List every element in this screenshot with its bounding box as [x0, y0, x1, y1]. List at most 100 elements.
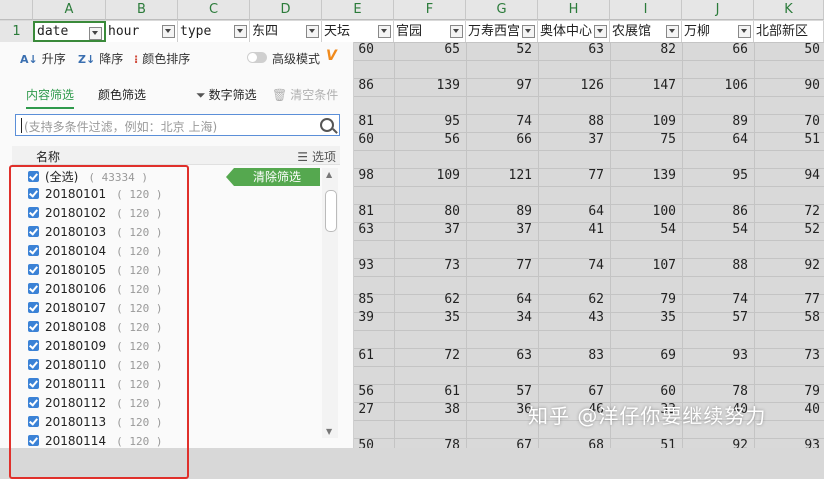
table-cell[interactable]: 35: [632, 310, 676, 325]
table-cell[interactable]: 90: [776, 78, 820, 93]
table-cell[interactable]: 82: [632, 42, 676, 57]
list-item[interactable]: 20180111 ( 120 ): [28, 377, 328, 396]
table-cell[interactable]: 98: [354, 168, 374, 183]
checkbox-checked[interactable]: [28, 226, 39, 237]
list-item[interactable]: 20180112 ( 120 ): [28, 396, 328, 415]
table-cell[interactable]: 61: [354, 348, 374, 363]
header-cell-dongsi[interactable]: 东四: [250, 21, 322, 42]
table-cell[interactable]: 77: [776, 292, 820, 307]
header-cell-wanliu[interactable]: 万柳: [682, 21, 754, 42]
table-cell[interactable]: 52: [776, 222, 820, 237]
checkbox-checked[interactable]: [28, 283, 39, 294]
filter-dropdown-icon[interactable]: [738, 25, 751, 38]
table-cell[interactable]: 86: [704, 204, 748, 219]
table-cell[interactable]: 97: [488, 78, 532, 93]
table-cell[interactable]: 83: [560, 348, 604, 363]
table-cell[interactable]: 66: [704, 42, 748, 57]
table-cell[interactable]: 37: [560, 132, 604, 147]
table-cell[interactable]: 94: [776, 168, 820, 183]
header-cell-date[interactable]: date: [33, 21, 106, 42]
table-cell[interactable]: 92: [704, 438, 748, 448]
checkbox-checked[interactable]: [28, 416, 39, 427]
checkbox-checked[interactable]: [28, 321, 39, 332]
table-cell[interactable]: 139: [416, 78, 460, 93]
table-cell[interactable]: 60: [354, 132, 374, 147]
table-cell[interactable]: 37: [488, 222, 532, 237]
table-cell[interactable]: 78: [704, 384, 748, 399]
color-sort-button[interactable]: ⁝ 颜色排序: [134, 50, 190, 67]
advanced-mode-toggle[interactable]: [247, 52, 267, 63]
table-cell[interactable]: 64: [560, 204, 604, 219]
table-cell[interactable]: 50: [776, 42, 820, 57]
table-cell[interactable]: 89: [704, 114, 748, 129]
table-cell[interactable]: 88: [704, 258, 748, 273]
table-cell[interactable]: 41: [560, 222, 604, 237]
table-cell[interactable]: 72: [776, 204, 820, 219]
column-header-c[interactable]: C: [178, 0, 250, 20]
table-cell[interactable]: 92: [776, 258, 820, 273]
checkbox-checked[interactable]: [28, 207, 39, 218]
column-header-b[interactable]: B: [106, 0, 178, 20]
column-header-f[interactable]: F: [394, 0, 466, 20]
table-cell[interactable]: 73: [416, 258, 460, 273]
table-cell[interactable]: 37: [416, 222, 460, 237]
sort-descending-button[interactable]: Z↓ 降序: [78, 50, 123, 67]
table-cell[interactable]: 69: [632, 348, 676, 363]
list-item[interactable]: 20180104 ( 120 ): [28, 244, 328, 263]
options-button[interactable]: ☰ 选项: [297, 148, 336, 165]
checkbox-checked[interactable]: [28, 171, 39, 182]
filter-dropdown-icon[interactable]: [522, 25, 535, 38]
table-cell[interactable]: 106: [704, 78, 748, 93]
table-cell[interactable]: 63: [354, 222, 374, 237]
table-cell[interactable]: 109: [416, 168, 460, 183]
filter-dropdown-icon[interactable]: [89, 27, 102, 40]
sort-ascending-button[interactable]: A↓ 升序: [20, 50, 66, 67]
table-cell[interactable]: 70: [776, 114, 820, 129]
table-cell[interactable]: 65: [416, 42, 460, 57]
column-header-h[interactable]: H: [538, 0, 610, 20]
table-cell[interactable]: 62: [560, 292, 604, 307]
table-cell[interactable]: 68: [560, 438, 604, 448]
table-cell[interactable]: 77: [560, 168, 604, 183]
table-cell[interactable]: 89: [488, 204, 532, 219]
checkbox-checked[interactable]: [28, 397, 39, 408]
table-cell[interactable]: 64: [488, 292, 532, 307]
header-cell-type[interactable]: type: [178, 21, 250, 42]
column-header-j[interactable]: J: [682, 0, 754, 20]
column-header-i[interactable]: I: [610, 0, 682, 20]
table-cell[interactable]: 100: [632, 204, 676, 219]
list-item[interactable]: 20180109 ( 120 ): [28, 339, 328, 358]
table-cell[interactable]: 51: [776, 132, 820, 147]
table-cell[interactable]: 57: [704, 310, 748, 325]
table-cell[interactable]: 52: [488, 42, 532, 57]
table-cell[interactable]: 74: [704, 292, 748, 307]
table-cell[interactable]: 60: [354, 42, 374, 57]
table-cell[interactable]: 95: [704, 168, 748, 183]
table-cell[interactable]: 36: [488, 402, 532, 417]
scroll-up-icon[interactable]: ▲: [326, 170, 332, 179]
scroll-down-icon[interactable]: ▼: [326, 427, 332, 436]
corner-cell[interactable]: [0, 0, 33, 20]
table-cell[interactable]: 38: [416, 402, 460, 417]
table-cell[interactable]: 50: [354, 438, 374, 448]
table-cell[interactable]: 126: [560, 78, 604, 93]
table-cell[interactable]: 60: [632, 384, 676, 399]
table-cell[interactable]: 58: [776, 310, 820, 325]
table-cell[interactable]: 73: [776, 348, 820, 363]
table-cell[interactable]: 93: [354, 258, 374, 273]
list-item[interactable]: 20180113 ( 120 ): [28, 415, 328, 434]
checkbox-checked[interactable]: [28, 359, 39, 370]
filter-search-input[interactable]: (支持多条件过滤，例如：北京 上海): [15, 114, 340, 136]
filter-dropdown-icon[interactable]: [378, 25, 391, 38]
scrollbar-thumb[interactable]: [325, 190, 337, 232]
table-cell[interactable]: 79: [776, 384, 820, 399]
table-cell[interactable]: 147: [632, 78, 676, 93]
list-item[interactable]: 20180105 ( 120 ): [28, 263, 328, 282]
table-cell[interactable]: 34: [488, 310, 532, 325]
table-cell[interactable]: 51: [632, 438, 676, 448]
table-cell[interactable]: 74: [560, 258, 604, 273]
checkbox-checked[interactable]: [28, 378, 39, 389]
table-cell[interactable]: 67: [560, 384, 604, 399]
table-cell[interactable]: 85: [354, 292, 374, 307]
column-header-d[interactable]: D: [250, 0, 322, 20]
